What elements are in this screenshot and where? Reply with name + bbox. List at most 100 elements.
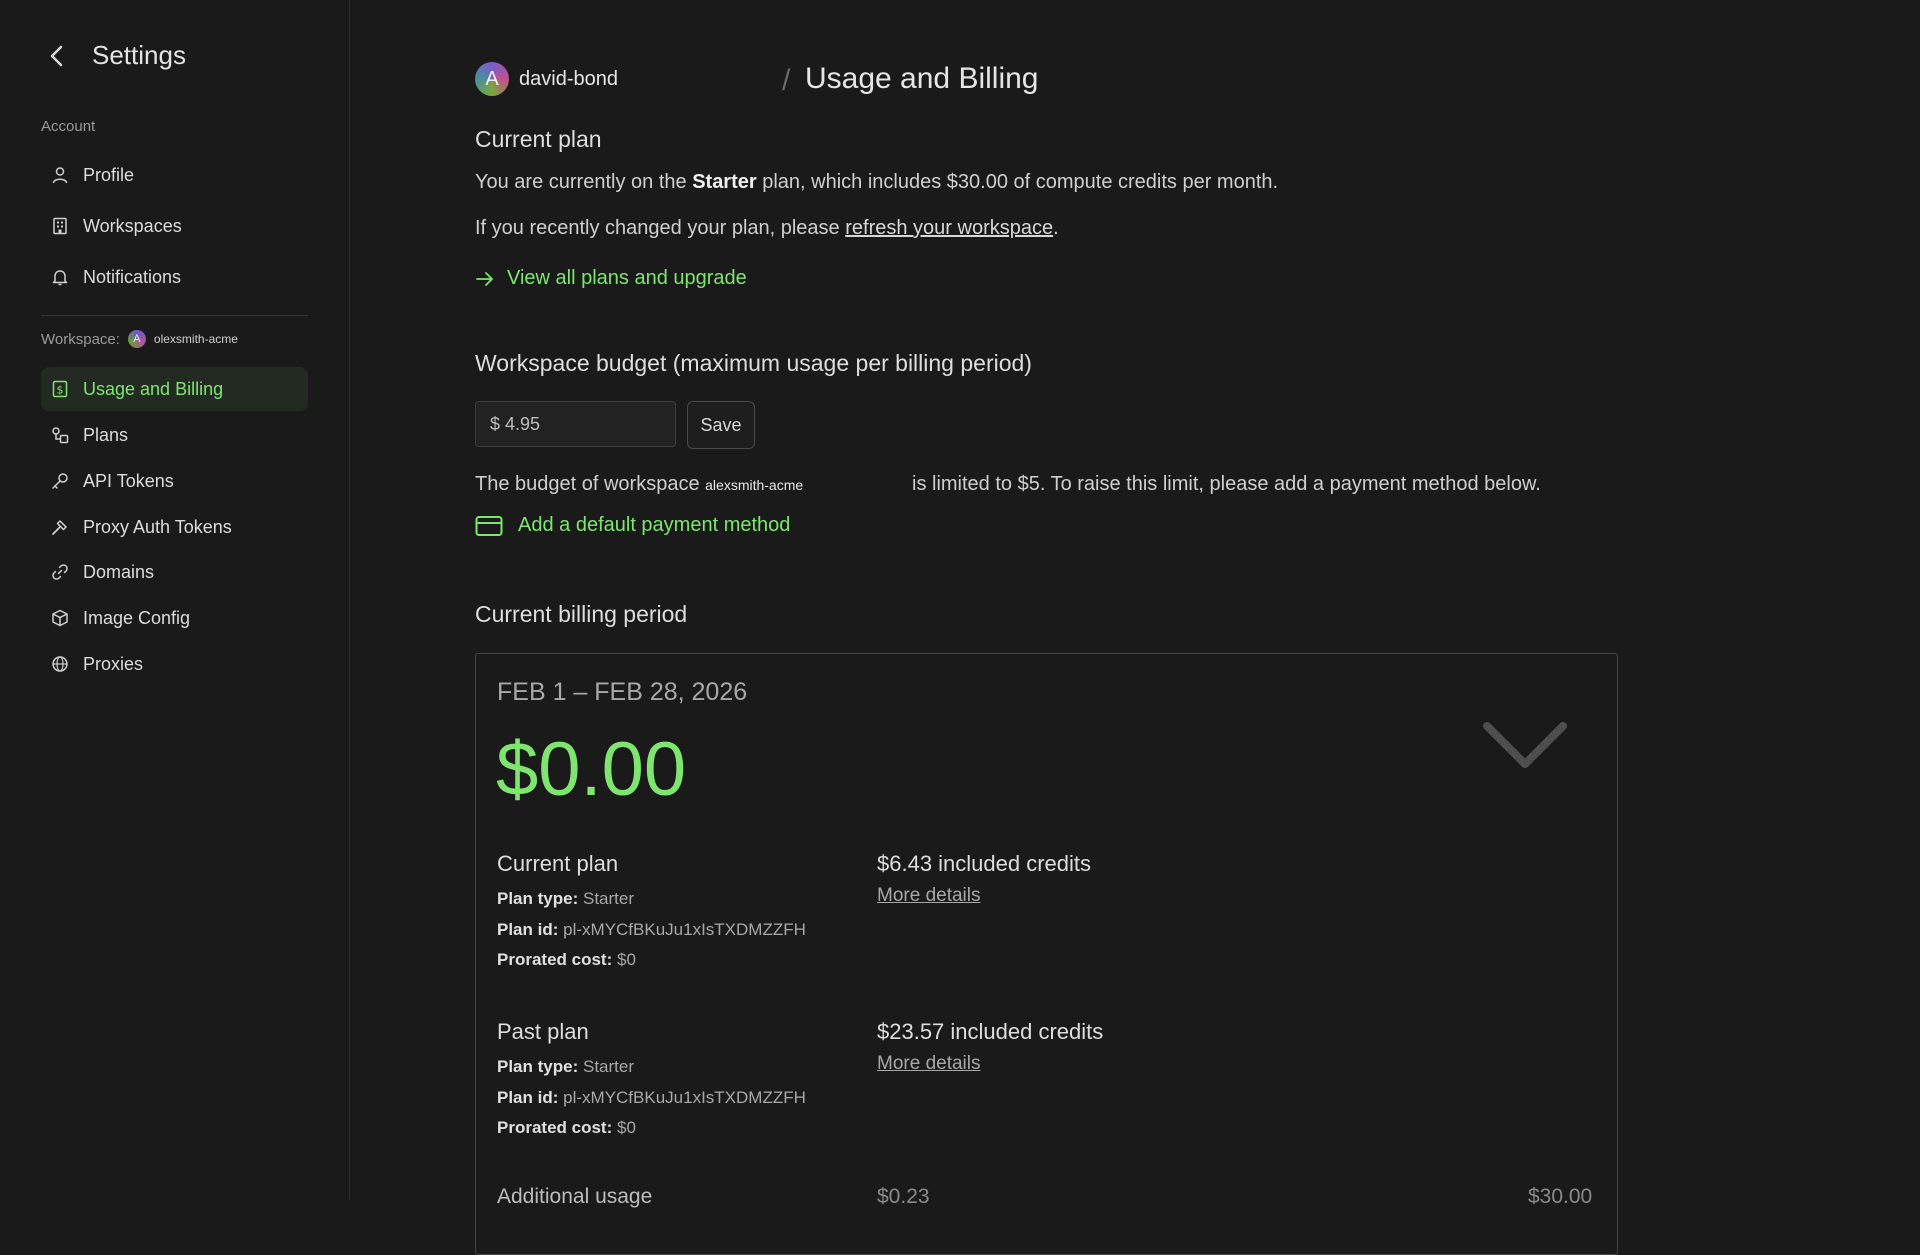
additional-usage-amount: $0.23 (877, 1185, 930, 1208)
past-plan-type: Plan type: Starter (497, 1057, 634, 1077)
sidebar-header: Settings (42, 40, 186, 71)
value: pl-xMYCfBKuJu1xIsTXDMZZFH (563, 1088, 806, 1107)
past-plan-title: Past plan (497, 1019, 589, 1044)
current-plan-more-details[interactable]: More details (877, 885, 981, 907)
settings-title: Settings (92, 40, 186, 70)
dollar-doc-icon: $ (49, 378, 71, 400)
refresh-workspace-link[interactable]: refresh your workspace (845, 217, 1053, 239)
label: Prorated cost: (497, 950, 613, 969)
link-icon (49, 561, 71, 583)
breadcrumb-separator: / (782, 64, 791, 97)
text: . (1053, 217, 1059, 239)
view-plans-label: View all plans and upgrade (507, 267, 747, 289)
arrow-right-icon (476, 271, 493, 286)
additional-usage-total: $30.00 (1528, 1185, 1593, 1208)
svg-text:$: $ (57, 384, 64, 397)
bell-icon (49, 266, 71, 288)
workspace-name: olexsmith-acme (153, 332, 238, 346)
credit-card-icon (475, 515, 503, 536)
current-plan-prorated: Prorated cost: $0 (497, 950, 636, 970)
sidebar-item-image-config[interactable]: Image Config (41, 596, 308, 640)
expand-toggle[interactable] (1483, 720, 1567, 775)
sidebar-item-label: Proxies (83, 653, 144, 674)
label: Prorated cost: (497, 1118, 613, 1137)
value: $0 (616, 950, 636, 969)
budget-input[interactable] (475, 401, 676, 447)
value: Starter (582, 889, 635, 908)
current-plan-type: Plan type: Starter (497, 889, 634, 909)
sidebar-item-label: Image Config (83, 607, 191, 628)
building-icon (49, 215, 71, 237)
current-plan-description: You are currently on the Starter plan, w… (475, 171, 1278, 194)
billing-amount: $0.00 (496, 727, 687, 812)
current-plan-id: Plan id: pl-xMYCfBKuJu1xIsTXDMZZFH (497, 920, 806, 940)
sidebar-item-label: API Tokens (83, 470, 174, 491)
hammer-icon (49, 516, 71, 538)
sidebar: Settings Account Profile Workspaces Noti… (0, 0, 350, 1200)
sidebar-item-label: Usage and Billing (83, 378, 224, 399)
text: plan, which includes $30.00 of compute c… (756, 171, 1279, 193)
label: Plan type: (497, 1057, 579, 1076)
chevron-left-icon (50, 45, 63, 66)
sidebar-item-label: Workspaces (83, 215, 182, 236)
value: $0 (616, 1118, 636, 1137)
user-icon (49, 164, 71, 186)
budget-heading: Workspace budget (maximum usage per bill… (475, 350, 1032, 376)
text: The budget of workspace (475, 473, 706, 495)
label: Plan type: (497, 889, 579, 908)
additional-usage-title: Additional usage (497, 1185, 653, 1208)
value: Starter (582, 1057, 635, 1076)
sidebar-item-proxies[interactable]: Proxies (41, 642, 308, 686)
current-plan-heading: Current plan (475, 126, 602, 152)
package-icon (49, 607, 71, 629)
sidebar-item-plans[interactable]: Plans (41, 413, 308, 457)
workspace-avatar: A (127, 330, 146, 348)
past-plan-id: Plan id: pl-xMYCfBKuJu1xIsTXDMZZFH (497, 1088, 806, 1108)
past-plan-more-details[interactable]: More details (877, 1053, 981, 1075)
workspace-label: Workspace: (41, 330, 120, 348)
shapes-icon (49, 424, 71, 446)
sidebar-item-api-tokens[interactable]: API Tokens (41, 459, 308, 503)
refresh-note: If you recently changed your plan, pleas… (475, 217, 1059, 240)
label: Plan id: (497, 1088, 559, 1107)
chevron-down-icon (1483, 722, 1567, 768)
add-payment-link[interactable]: Add a default payment method (475, 514, 790, 537)
main-content: A david-bond / Usage and Billing Current… (475, 0, 1895, 1255)
billing-period-dates: FEB 1 – FEB 28, 2026 (497, 678, 748, 706)
back-button[interactable] (42, 41, 72, 71)
past-plan-prorated: Prorated cost: $0 (497, 1118, 636, 1138)
sidebar-divider (41, 315, 308, 316)
value: pl-xMYCfBKuJu1xIsTXDMZZFH (563, 920, 806, 939)
current-plan-title: Current plan (497, 851, 619, 876)
text: is limited to $5. To raise this limit, p… (912, 473, 1541, 495)
sidebar-item-notifications[interactable]: Notifications (41, 255, 308, 299)
sidebar-item-proxy-auth-tokens[interactable]: Proxy Auth Tokens (41, 505, 308, 549)
past-plan-credits: $23.57 included credits (877, 1019, 1104, 1044)
text: If you recently changed your plan, pleas… (475, 217, 846, 239)
sidebar-item-label: Domains (83, 561, 155, 582)
sidebar-item-domains[interactable]: Domains (41, 550, 308, 594)
sidebar-item-label: Proxy Auth Tokens (83, 516, 232, 537)
sidebar-item-usage-billing[interactable]: $ Usage and Billing (41, 367, 308, 411)
text: You are currently on the (475, 171, 693, 193)
billing-card: FEB 1 – FEB 28, 2026 $0.00 Current plan … (475, 653, 1618, 1255)
workspace-name: alexsmith-acme (705, 477, 804, 493)
current-plan-credits: $6.43 included credits (877, 851, 1092, 876)
view-plans-link[interactable]: View all plans and upgrade (475, 267, 747, 290)
billing-period-heading: Current billing period (475, 601, 688, 627)
add-payment-label: Add a default payment method (518, 514, 791, 536)
label: Plan id: (497, 920, 559, 939)
page-title: Usage and Billing (805, 62, 1039, 95)
key-icon (49, 470, 71, 492)
save-button[interactable]: Save (687, 401, 755, 449)
sidebar-item-label: Profile (83, 164, 135, 185)
account-section-label: Account (41, 118, 96, 135)
sidebar-item-workspaces[interactable]: Workspaces (41, 204, 308, 248)
sidebar-item-profile[interactable]: Profile (41, 153, 308, 197)
sidebar-item-label: Notifications (83, 266, 182, 287)
workspace-indicator: Workspace: A olexsmith-acme (41, 330, 238, 348)
sidebar-item-label: Plans (83, 424, 129, 445)
globe-icon (49, 653, 71, 675)
plan-name: Starter (692, 171, 757, 193)
budget-note: The budget of workspace alexsmith-acme is… (475, 473, 1541, 496)
